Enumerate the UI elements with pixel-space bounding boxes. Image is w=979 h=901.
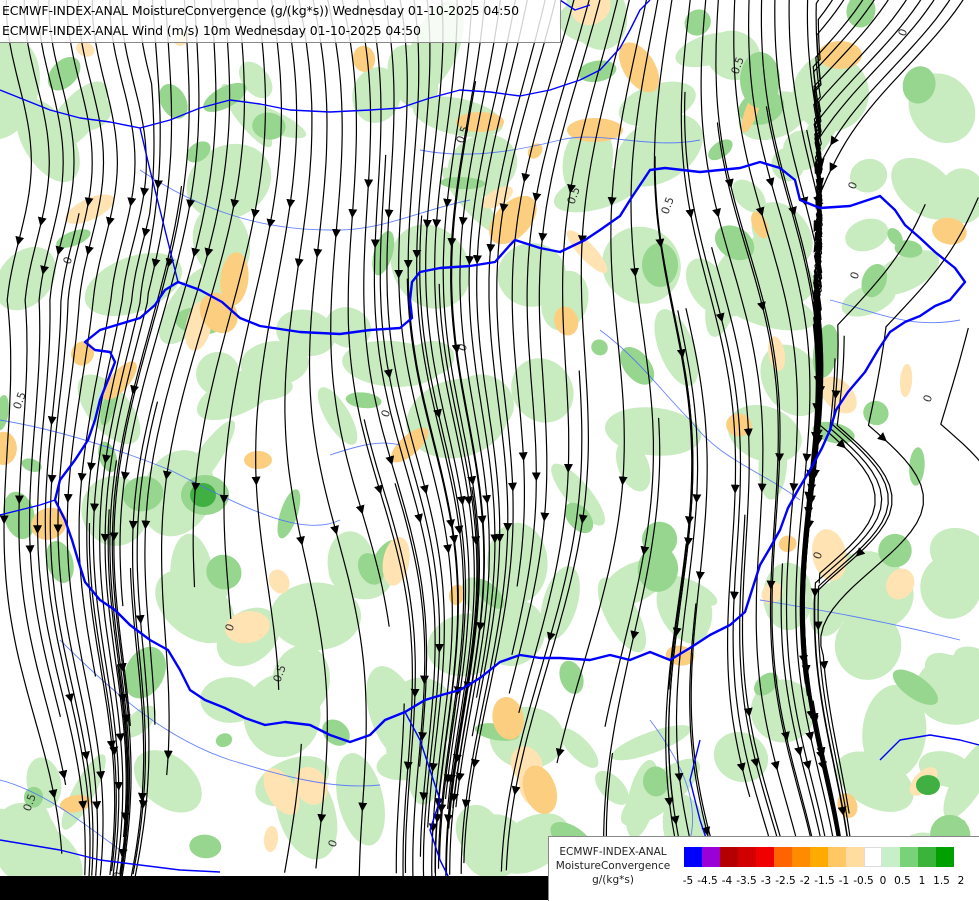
legend-tick-label: -2 <box>800 875 810 887</box>
legend-parameter: MoistureConvergence <box>549 859 677 873</box>
legend-swatches <box>684 847 954 867</box>
legend-tick-label: -5 <box>683 875 693 887</box>
color-legend: ECMWF-INDEX-ANAL MoistureConvergence g/(… <box>548 836 979 901</box>
legend-swatch <box>828 847 846 867</box>
legend-tick-label: -1.5 <box>814 875 835 887</box>
title-wind: ECMWF-INDEX-ANAL Wind (m/s) 10m Wednesda… <box>2 23 421 38</box>
legend-swatch <box>810 847 828 867</box>
bottom-strip <box>0 876 548 900</box>
legend-tick-label: 0 <box>880 875 887 887</box>
legend-tick-label: 1.5 <box>933 875 950 887</box>
legend-swatch <box>882 847 900 867</box>
legend-tick-label: -4.5 <box>697 875 718 887</box>
convergence-core <box>916 775 940 795</box>
legend-swatch <box>918 847 936 867</box>
legend-title: ECMWF-INDEX-ANAL MoistureConvergence g/(… <box>549 837 677 901</box>
weather-map[interactable]: 0.500000.50.500.50.50.50000.5000 <box>0 0 979 900</box>
legend-tick-label: 2 <box>958 875 965 887</box>
legend-swatch <box>864 847 882 867</box>
convergence-patch <box>642 243 678 287</box>
legend-tick-label: -3.5 <box>736 875 757 887</box>
legend-unit: g/(kg*s) <box>549 873 677 887</box>
legend-tick-label: -4 <box>722 875 732 887</box>
divergence-patch <box>244 451 272 469</box>
divergence-patch <box>818 41 862 69</box>
legend-swatch <box>792 847 810 867</box>
legend-swatch <box>756 847 774 867</box>
legend-swatch <box>774 847 792 867</box>
legend-tick-label: -1 <box>839 875 849 887</box>
legend-swatch <box>900 847 918 867</box>
legend-swatch <box>720 847 738 867</box>
legend-tick-label: -0.5 <box>853 875 874 887</box>
legend-swatch <box>936 847 954 867</box>
legend-swatch <box>846 847 864 867</box>
legend-swatch <box>684 847 702 867</box>
legend-swatch <box>738 847 756 867</box>
title-panel: ECMWF-INDEX-ANAL MoistureConvergence (g/… <box>0 0 561 43</box>
legend-model: ECMWF-INDEX-ANAL <box>549 845 677 859</box>
legend-tick-label: 1 <box>919 875 926 887</box>
legend-swatch <box>702 847 720 867</box>
legend-tick-label: 0.5 <box>894 875 911 887</box>
legend-tick-label: -3 <box>761 875 771 887</box>
title-moisture-convergence: ECMWF-INDEX-ANAL MoistureConvergence (g/… <box>2 3 519 18</box>
legend-tick-label: -2.5 <box>775 875 796 887</box>
